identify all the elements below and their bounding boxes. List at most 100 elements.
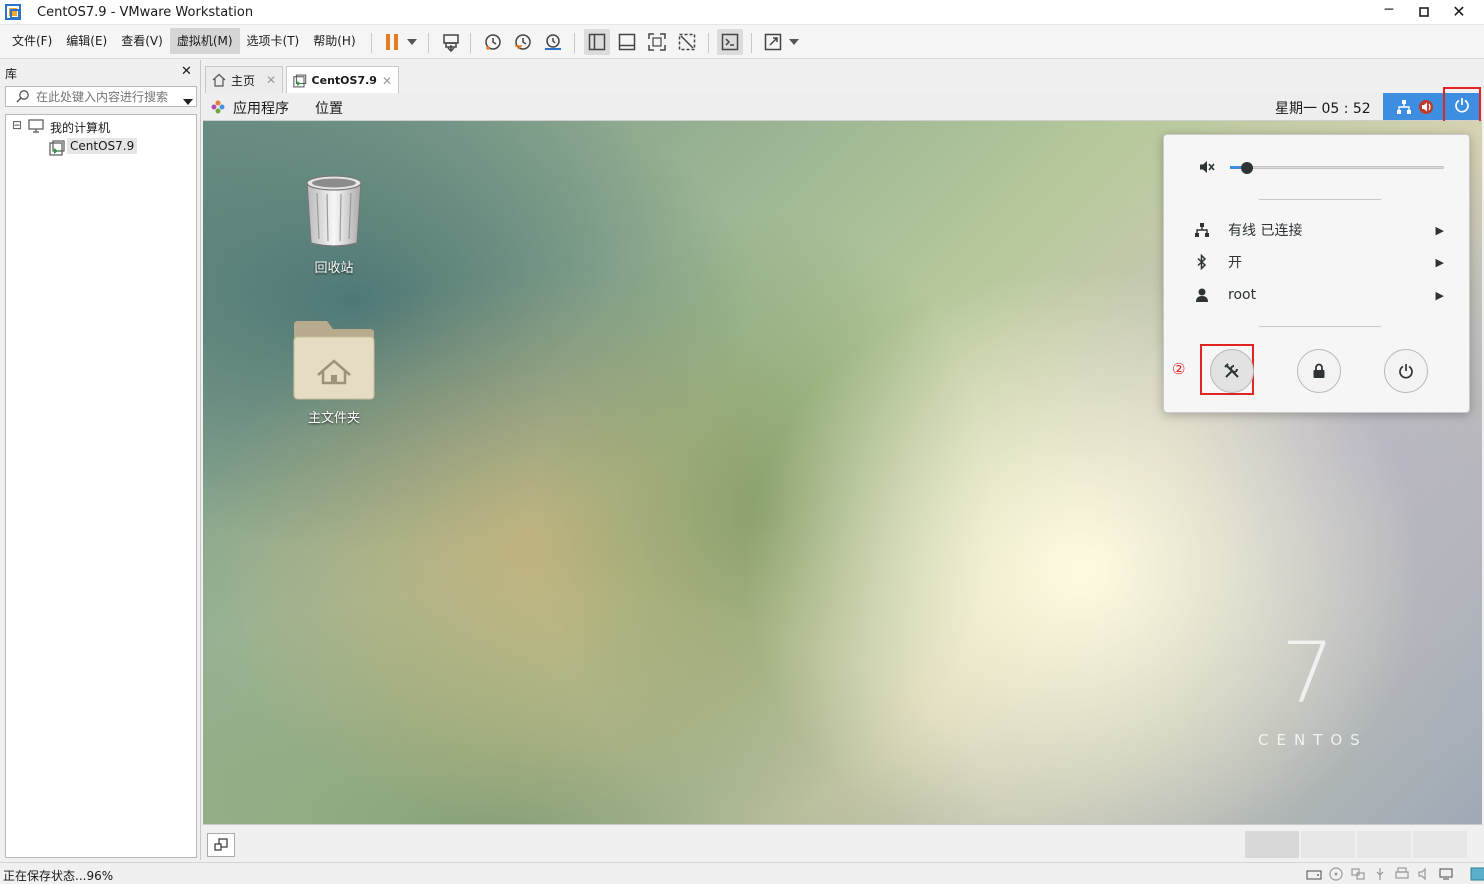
library-search-input[interactable] (36, 89, 176, 105)
cd-dvd-icon[interactable] (1328, 866, 1344, 882)
gnome-top-bar: 应用程序 位置 星期一 05 : 52 (203, 87, 1482, 123)
tree-expander-icon[interactable]: ⊟ (12, 118, 22, 132)
maximize-icon[interactable] (1413, 4, 1435, 22)
chevron-right-icon: ▶ (1435, 255, 1444, 269)
desktop-icon-home-folder[interactable]: 主文件夹 (283, 317, 385, 427)
toolbar-separator (470, 33, 471, 53)
gnome-places-menu[interactable]: 位置 (315, 98, 343, 118)
tree-item-my-computer[interactable]: 我的计算机 (50, 119, 110, 136)
desktop-icon-trash[interactable]: 回收站 (293, 173, 375, 277)
network-row[interactable]: 有线 已连接 ▶ (1194, 217, 1444, 243)
vmware-logo-icon (5, 4, 21, 20)
tab-close-icon[interactable]: ✕ (382, 74, 392, 88)
unity-restore-button[interactable] (207, 833, 235, 857)
menu-edit[interactable]: 编辑(E) (59, 28, 114, 54)
volume-muted-icon[interactable] (1198, 159, 1216, 178)
popup-separator (1259, 326, 1381, 327)
power-off-button[interactable] (1384, 349, 1428, 393)
settings-button[interactable] (1210, 349, 1254, 393)
system-menu-popup: 有线 已连接 ▶ 开 ▶ root ▶ ② (1163, 134, 1470, 413)
power-menu-button-highlight[interactable] (1443, 87, 1481, 123)
bluetooth-icon (1194, 254, 1220, 270)
show-library-button[interactable] (584, 29, 610, 55)
menu-view[interactable]: 查看(V) (114, 28, 170, 54)
network-icon (1194, 222, 1220, 238)
restore-window-icon (214, 838, 228, 851)
vm-console-icon[interactable] (1470, 866, 1484, 882)
thumbnail-slot[interactable] (1357, 831, 1411, 858)
menu-file[interactable]: 文件(F) (5, 28, 59, 54)
settings-icon (1224, 363, 1239, 378)
thumbnail-slot[interactable] (1301, 831, 1355, 858)
centos-watermark-number: 7 (1281, 624, 1335, 722)
thumbnail-bar-button[interactable] (614, 29, 640, 55)
toolbar-separator (428, 33, 429, 53)
revert-snapshot-button[interactable] (510, 29, 536, 55)
gnome-apps-menu[interactable]: 应用程序 (233, 98, 289, 118)
toolbar-separator (371, 33, 372, 53)
snapshot-manager-button[interactable] (540, 29, 566, 55)
unity-icon (678, 33, 696, 51)
chevron-down-icon (407, 39, 417, 45)
lock-button[interactable] (1297, 349, 1341, 393)
printer-icon[interactable] (1394, 866, 1410, 882)
system-status-area[interactable] (1383, 87, 1481, 123)
tab-centos[interactable]: CentOS7.9 ✕ (286, 66, 399, 94)
console-view-icon (721, 33, 739, 51)
volume-slider[interactable] (1230, 162, 1444, 174)
home-folder-icon (291, 317, 377, 404)
send-ctrl-alt-del-icon (443, 34, 459, 52)
hard-disk-icon[interactable] (1306, 866, 1322, 882)
device-icons (1306, 866, 1484, 882)
power-dropdown-button[interactable] (402, 29, 422, 55)
toolbar-separator (708, 33, 709, 53)
computer-icon (28, 119, 44, 136)
send-ctrl-alt-del-button[interactable] (438, 29, 464, 55)
chevron-right-icon: ▶ (1435, 288, 1444, 302)
unity-button[interactable] (674, 29, 700, 55)
tab-close-icon[interactable]: ✕ (266, 73, 276, 87)
revert-snapshot-icon (515, 34, 531, 50)
volume-slider-knob[interactable] (1241, 162, 1253, 174)
console-view-button[interactable] (717, 29, 743, 55)
library-tree: ⊟ 我的计算机 CentOS7.9 (5, 114, 197, 858)
desktop-icon-home-folder-label: 主文件夹 (307, 411, 360, 426)
fullscreen-button[interactable] (644, 29, 670, 55)
fullscreen-icon (648, 33, 666, 51)
thumbnail-slot[interactable] (1245, 831, 1299, 858)
home-icon (212, 73, 226, 87)
display-icon[interactable] (1438, 866, 1454, 882)
thumbnail-slot[interactable] (1413, 831, 1467, 858)
status-text: 正在保存状态...96% (3, 869, 114, 883)
toolbar-separator (574, 33, 575, 53)
snapshot-button[interactable] (480, 29, 506, 55)
stretch-guest-button[interactable] (760, 29, 786, 55)
user-row[interactable]: root ▶ (1194, 282, 1444, 308)
menu-vm[interactable]: 虚拟机(M) (169, 28, 240, 54)
close-icon[interactable]: ✕ (1448, 2, 1470, 22)
network-label: 有线 已连接 (1228, 223, 1303, 239)
usb-icon[interactable] (1372, 866, 1388, 882)
network-adapter-icon[interactable] (1350, 866, 1366, 882)
tab-home[interactable]: 主页 ✕ (205, 66, 283, 93)
stretch-dropdown-button[interactable] (785, 29, 803, 55)
minimize-icon[interactable]: ─ (1378, 2, 1400, 22)
gnome-apps-icon (211, 100, 225, 117)
user-icon (1194, 287, 1220, 303)
status-bar: 正在保存状态...96% (0, 862, 1484, 884)
trash-icon (303, 173, 365, 252)
sound-icon[interactable] (1416, 866, 1432, 882)
pause-icon (386, 34, 398, 50)
gnome-clock[interactable]: 星期一 05 : 52 (1275, 98, 1371, 118)
title-bar: CentOS7.9 - VMware Workstation ─ ✕ (0, 0, 1484, 25)
bluetooth-row[interactable]: 开 ▶ (1194, 249, 1444, 275)
search-dropdown-icon[interactable] (183, 94, 193, 108)
stretch-guest-icon (764, 33, 782, 51)
tree-item-centos[interactable]: CentOS7.9 (67, 138, 138, 154)
window-title: CentOS7.9 - VMware Workstation (37, 5, 254, 20)
menu-tabs[interactable]: 选项卡(T) (240, 28, 307, 54)
library-close-icon[interactable]: ✕ (181, 64, 192, 79)
search-icon (16, 89, 30, 106)
library-search-box[interactable] (5, 86, 197, 107)
menu-help[interactable]: 帮助(H) (306, 28, 362, 54)
